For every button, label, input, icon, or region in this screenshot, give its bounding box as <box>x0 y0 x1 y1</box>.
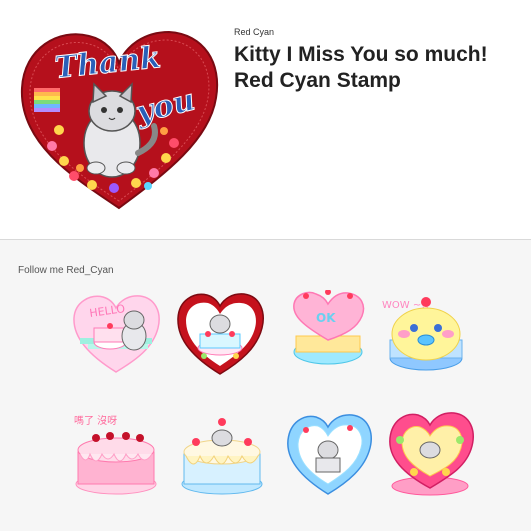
sticker-thumb-6[interactable] <box>176 410 268 498</box>
flower-heart-cake-icon <box>389 412 474 496</box>
sticker-thumb-2[interactable] <box>174 290 266 378</box>
sticker-thumb-5[interactable]: 嗎了 沒呀 <box>70 410 162 498</box>
sticker-thumb-8[interactable] <box>384 410 476 498</box>
sticker-header: Thank you Red Cyan Kitty I Miss You so m… <box>0 0 531 238</box>
sticker-thumb-4[interactable]: WOW ~!! <box>380 290 472 378</box>
wow-face-cake-icon: WOW ~!! <box>382 297 463 371</box>
description-text: Follow me Red_Cyan <box>18 265 114 276</box>
product-title: Kitty I Miss You so much! Red Cyan Stamp <box>234 43 488 92</box>
pink-drip-cake-icon: 嗎了 沒呀 <box>74 414 157 495</box>
author-link[interactable]: Red Cyan <box>234 27 274 37</box>
hello-cake-heart-icon: HELLO <box>73 295 160 373</box>
sticker-thumb-3[interactable]: OK <box>282 290 374 378</box>
pink-heart-cake-icon: OK <box>293 290 365 365</box>
red-heart-cake-icon <box>177 293 264 375</box>
sticker-thumb-7[interactable] <box>282 410 374 498</box>
sticker-5-text: 嗎了 沒呀 <box>74 414 117 427</box>
main-sticker-image: Thank you <box>14 18 224 213</box>
blue-heart-cake-icon <box>287 414 372 495</box>
thank-you-heart-icon: Thank you <box>20 30 219 210</box>
sticker-thumb-1[interactable]: HELLO <box>70 290 162 378</box>
cat-cream-cake-icon <box>181 418 263 495</box>
sticker-3-text: OK <box>316 311 336 325</box>
